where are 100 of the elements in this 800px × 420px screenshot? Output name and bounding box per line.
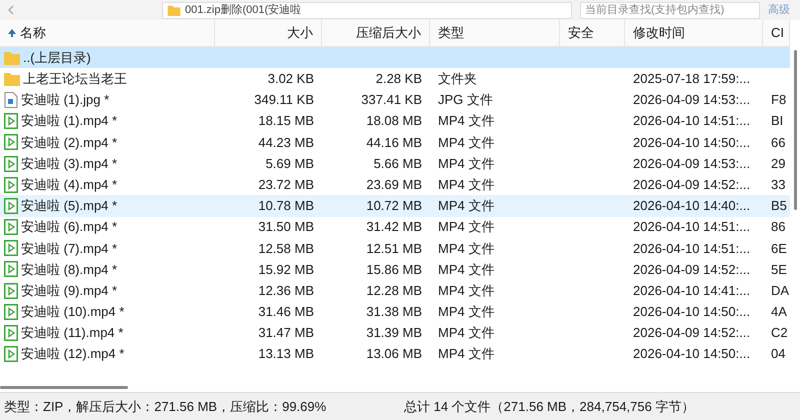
column-label: 大小 — [287, 24, 313, 42]
table-cell-text: BI — [771, 112, 784, 130]
column-header[interactable]: 压缩后大小 — [322, 20, 430, 46]
status-summary: 总计 14 个文件（271.56 MB，284,754,756 字节） — [404, 398, 694, 416]
play-file-icon — [4, 261, 18, 278]
play-file-icon — [4, 346, 18, 362]
column-label: 修改时间 — [633, 24, 685, 42]
address-field[interactable]: 001.zip删除(001(安迪啦 — [162, 2, 572, 18]
file-name: 安迪啦 (2).mp4 * — [21, 134, 118, 152]
column-label: 类型 — [438, 24, 464, 42]
table-cell-text: MP4 文件 — [438, 282, 494, 300]
table-cell-text: 2026-04-10 14:41:... — [633, 282, 750, 300]
horizontal-scrollbar-thumb[interactable] — [0, 386, 128, 388]
table-cell-text: 15.86 MB — [366, 260, 422, 279]
column-header[interactable]: CI — [763, 20, 790, 46]
file-row[interactable]: 安迪啦 (5).mp4 * 10.78 MB 10.72 MB MP4 文件 2026-04-10 14:40:... B5 — [0, 195, 790, 216]
table-cell-text: MP4 文件 — [438, 345, 494, 364]
table-cell-text: MP4 文件 — [438, 303, 494, 322]
file-name: 安迪啦 (8).mp4 * — [21, 260, 118, 279]
file-name: 安迪啦 (1).jpg * — [21, 91, 110, 110]
file-name: 安迪啦 (9).mp4 * — [21, 282, 118, 300]
table-cell-text: 2026-04-09 14:53:... — [633, 91, 750, 110]
file-row[interactable]: 安迪啦 (6).mp4 * 31.50 MB 31.42 MB MP4 文件 2026-04-10 14:51:... 86 — [0, 216, 790, 238]
column-header[interactable]: 修改时间 — [625, 20, 763, 46]
table-cell-text: MP4 文件 — [438, 154, 494, 173]
table-cell-text: B5 — [771, 197, 787, 216]
column-label: 压缩后大小 — [356, 24, 421, 42]
file-name: 安迪啦 (4).mp4 * — [21, 176, 118, 194]
column-label: 名称 — [20, 24, 46, 42]
table-cell-text: 5E — [771, 260, 787, 279]
column-label: 安全 — [568, 24, 594, 42]
table-cell-text: 2026-04-09 14:52:... — [633, 324, 750, 342]
table-cell-text: 31.46 MB — [258, 303, 314, 322]
folder-icon — [167, 4, 181, 16]
table-cell-text: 31.39 MB — [366, 324, 422, 342]
table-cell-text: 12.58 MB — [258, 240, 314, 258]
table-cell-text: 12.36 MB — [258, 282, 314, 300]
table-cell-text: 15.92 MB — [258, 260, 314, 279]
table-cell-text: 44.23 MB — [258, 134, 314, 152]
table-cell-text: 31.47 MB — [258, 324, 314, 342]
table-cell-text: C2 — [771, 324, 788, 342]
file-name: 安迪啦 (7).mp4 * — [21, 240, 118, 258]
table-cell-text: 10.72 MB — [366, 197, 422, 216]
table-cell-text: MP4 文件 — [438, 260, 494, 279]
table-cell-text: 2026-04-09 14:52:... — [633, 260, 750, 279]
table-cell-text: 2026-04-10 14:51:... — [633, 218, 750, 236]
column-header[interactable]: 安全 — [560, 20, 625, 46]
table-cell-text: 18.15 MB — [258, 112, 314, 130]
image-file-icon — [4, 92, 18, 108]
file-name: 上老王论坛当老王 — [23, 70, 127, 88]
table-cell-text: 2026-04-09 14:53:... — [633, 154, 750, 173]
table-cell-text: 86 — [771, 218, 786, 236]
table-cell-text: 33 — [771, 176, 786, 194]
column-header[interactable]: 类型 — [430, 20, 560, 46]
file-name: 安迪啦 (10).mp4 * — [21, 303, 124, 322]
table-cell-text: 18.08 MB — [366, 112, 422, 130]
file-name: 安迪啦 (6).mp4 * — [21, 218, 118, 236]
table-cell-text: 12.51 MB — [366, 240, 422, 258]
table-cell-text: 2025-07-18 17:59:... — [633, 70, 750, 88]
address-text: 001.zip删除(001(安迪啦 — [185, 4, 302, 16]
play-file-icon — [4, 113, 18, 130]
play-file-icon — [4, 198, 18, 214]
table-cell-text: 文件夹 — [438, 70, 477, 88]
table-cell-text: 2026-04-10 14:51:... — [633, 112, 750, 130]
table-cell-text: 349.11 KB — [254, 91, 314, 110]
vertical-scrollbar-thumb[interactable] — [794, 50, 796, 210]
table-cell-text: 31.50 MB — [258, 218, 314, 236]
table-cell-text: MP4 文件 — [438, 240, 494, 258]
file-name: 安迪啦 (1).mp4 * — [21, 112, 118, 130]
file-row[interactable]: 安迪啦 (4).mp4 * 23.72 MB 23.69 MB MP4 文件 2026-04-09 14:52:... 33 — [0, 174, 790, 196]
column-header[interactable]: 名称 — [0, 20, 215, 46]
folder-icon — [4, 72, 20, 86]
table-cell-text: 2026-04-09 14:52:... — [633, 176, 750, 194]
table-cell-text: 2026-04-10 14:51:... — [633, 240, 750, 258]
table-cell-text: MP4 文件 — [438, 324, 494, 342]
play-file-icon — [4, 219, 18, 236]
column-header[interactable]: 大小 — [215, 20, 322, 46]
table-cell-text: 66 — [771, 134, 786, 152]
table-cell-text: MP4 文件 — [438, 197, 494, 216]
table-cell-text: 10.78 MB — [258, 197, 314, 216]
table-cell-text: 04 — [771, 345, 786, 364]
table-cell-text: MP4 文件 — [438, 218, 494, 236]
table-cell-text: 2026-04-10 14:50:... — [633, 303, 750, 322]
table-cell-text: 4A — [771, 303, 787, 322]
table-cell-text: 5.69 MB — [266, 154, 314, 173]
table-cell-text: 13.13 MB — [258, 345, 314, 364]
column-label: CI — [771, 24, 784, 42]
file-row[interactable]: ..(上层目录) — [0, 47, 790, 68]
table-cell-text: 6E — [771, 240, 787, 258]
play-file-icon — [4, 176, 18, 193]
table-cell-text: MP4 文件 — [438, 176, 494, 194]
table-cell-text: 44.16 MB — [366, 134, 422, 152]
table-cell-text: 23.69 MB — [366, 176, 422, 194]
table-cell-text: 29 — [771, 154, 786, 173]
file-name: ..(上层目录) — [23, 48, 91, 67]
table-cell-text: MP4 文件 — [438, 134, 494, 152]
play-file-icon — [4, 156, 18, 172]
search-field[interactable]: 当前目录查找(支持包内查找) — [580, 2, 760, 18]
table-cell-text: 2.28 KB — [376, 70, 422, 88]
play-file-icon — [4, 282, 18, 299]
